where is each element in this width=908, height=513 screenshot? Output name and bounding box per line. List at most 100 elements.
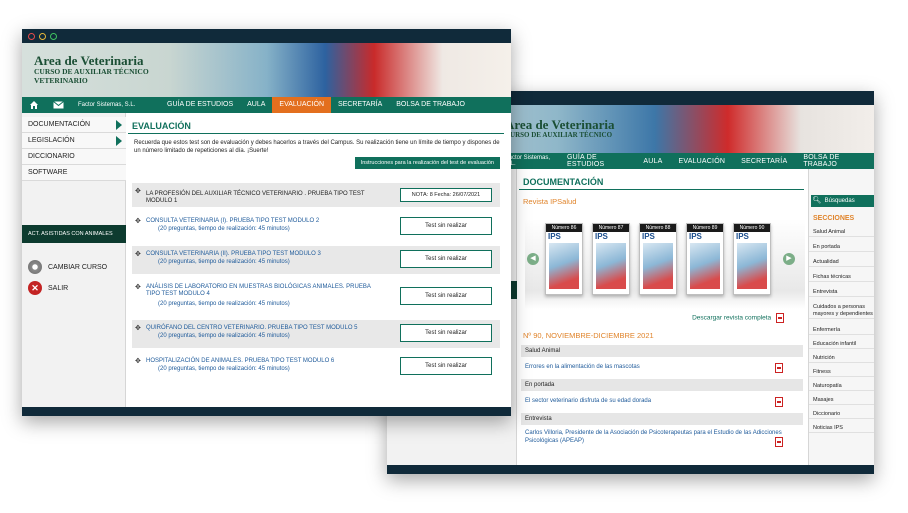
download-link[interactable]: Descargar revista completa (692, 313, 784, 323)
nav-evaluacion[interactable]: EVALUACIÓN (272, 97, 332, 113)
sidebar-item-software[interactable]: SOFTWARE (22, 165, 126, 181)
section-link[interactable]: Nutrición (809, 355, 874, 363)
test-subtitle: (20 preguntas, tiempo de realización: 45… (158, 333, 290, 339)
magazine-cover[interactable]: Número 88 IPS (639, 223, 677, 295)
sidebar-item-documentacion[interactable]: DOCUMENTACIÓN (22, 117, 126, 133)
sidebar-item-label: DOCUMENTACIÓN (28, 121, 91, 128)
magazine-number: Número 90 (734, 224, 770, 232)
section-link[interactable]: Entrevista (809, 289, 874, 297)
banner-subtitle: CURSO DE AUXILIAR TÉCNICO (505, 131, 613, 139)
test-title[interactable]: ANÁLISIS DE LABORATORIO EN MUESTRAS BIOL… (146, 284, 382, 298)
test-title[interactable]: CONSULTA VETERINARIA (I). PRUEBA TIPO TE… (146, 218, 382, 225)
article-link[interactable]: Errores en la alimentación de las mascot… (525, 363, 787, 373)
magazine-cover[interactable]: Número 90 IPS (733, 223, 771, 295)
chevron-right-icon (116, 136, 122, 146)
sidebar-item-legislacion[interactable]: LEGISLACIÓN (22, 133, 126, 149)
nav-aula[interactable]: AULA (635, 158, 670, 165)
nav-secretaria[interactable]: SECRETARÍA (733, 158, 795, 165)
test-start-button[interactable]: Test sin realizar (400, 250, 492, 268)
nav-aula[interactable]: AULA (240, 97, 272, 113)
sidebar-item-label: SOFTWARE (28, 169, 68, 176)
move-icon: ✥ (135, 188, 141, 195)
magazine-cover-image (737, 243, 767, 289)
nav-evaluacion[interactable]: EVALUACIÓN (671, 158, 734, 165)
pdf-icon[interactable] (775, 397, 783, 407)
test-row: ✥ CONSULTA VETERINARIA (II). PRUEBA TIPO… (132, 246, 500, 274)
window-bottom-bar (22, 407, 511, 416)
section-link[interactable]: Actualidad (809, 259, 874, 267)
magazine-cover[interactable]: Número 86 IPS (545, 223, 583, 295)
test-row: ✥ HOSPITALIZACIÓN DE ANIMALES. PRUEBA TI… (132, 353, 500, 381)
section-link[interactable]: En portada (809, 244, 874, 252)
left-sidebar: DOCUMENTACIÓN LEGISLACIÓN DICCIONARIO SO… (22, 113, 126, 407)
main-nav: Factor Sistemas, S.L. GUÍA DE ESTUDIOS A… (22, 97, 511, 113)
pdf-icon[interactable] (775, 437, 783, 447)
test-title[interactable]: CONSULTA VETERINARIA (II). PRUEBA TIPO T… (146, 251, 382, 258)
section-link[interactable]: Fitness (809, 369, 874, 377)
section-link[interactable]: Naturopatía (809, 383, 874, 391)
front-browser-window: Area de Veterinaria CURSO DE AUXILIAR TÉ… (22, 29, 511, 416)
section-link[interactable]: Diccionario (809, 411, 874, 419)
nav-bolsa[interactable]: BOLSA DE TRABAJO (795, 154, 874, 168)
section-link[interactable]: Masajes (809, 397, 874, 405)
test-subtitle: (20 preguntas, tiempo de realización: 45… (158, 259, 290, 265)
test-title[interactable]: HOSPITALIZACIÓN DE ANIMALES. PRUEBA TIPO… (146, 358, 382, 365)
article-link[interactable]: El sector veterinario disfruta de su eda… (525, 397, 787, 407)
section-link[interactable]: Fichas técnicas (809, 274, 874, 282)
move-icon: ✥ (135, 218, 141, 225)
home-icon[interactable] (22, 97, 46, 113)
search-button[interactable]: 🔍︎ Búsquedas (811, 195, 874, 207)
sections-heading: SECCIONES (813, 215, 855, 222)
magazine-cover[interactable]: Número 87 IPS (592, 223, 630, 295)
nav-bolsa[interactable]: BOLSA DE TRABAJO (389, 97, 472, 113)
close-icon: ✕ (28, 281, 42, 295)
magazine-brand: IPS (595, 232, 608, 241)
nav-guia[interactable]: GUÍA DE ESTUDIOS (559, 154, 635, 168)
mail-icon[interactable] (46, 97, 70, 113)
titlebar (22, 29, 511, 43)
nav-guia[interactable]: GUÍA DE ESTUDIOS (160, 97, 240, 113)
section-link[interactable]: Cuidados a personas mayores y dependient… (809, 304, 874, 319)
cambiar-curso-button[interactable]: CAMBIAR CURSO (28, 259, 107, 275)
section-link[interactable]: Salud Animal (809, 229, 874, 237)
search-icon: 🔍︎ (812, 197, 822, 204)
test-start-button[interactable]: Test sin realizar (400, 287, 492, 305)
sidebar-item-label: DICCIONARIO (28, 153, 75, 160)
act-asistidas-button[interactable]: ACT. ASISTIDAS CON ANIMALES (22, 225, 126, 243)
section-link[interactable]: Enfermería (809, 327, 874, 335)
pdf-icon[interactable] (775, 363, 783, 373)
maximize-dot-icon[interactable] (50, 32, 57, 40)
minimize-dot-icon[interactable] (39, 32, 46, 40)
sidebar-item-diccionario[interactable]: DICCIONARIO (22, 149, 126, 165)
test-start-button[interactable]: Test sin realizar (400, 324, 492, 342)
move-icon: ✥ (135, 251, 141, 258)
article-title: Carlos Villoria, Presidente de la Asocia… (525, 430, 782, 444)
window-bottom-bar (387, 465, 874, 474)
nav-secretaria[interactable]: SECRETARÍA (331, 97, 389, 113)
carousel-next-icon[interactable]: ▶ (783, 253, 795, 265)
test-start-button[interactable]: Test sin realizar (400, 217, 492, 235)
pdf-icon (776, 313, 784, 323)
magazine-number: Número 88 (640, 224, 676, 232)
magazine-brand: IPS (642, 232, 655, 241)
test-title[interactable]: QUIRÓFANO DEL CENTRO VETERINARIO. PRUEBA… (146, 325, 382, 332)
test-subtitle: (20 preguntas, tiempo de realización: 45… (158, 366, 290, 372)
magazine-brand: IPS (548, 232, 561, 241)
instructions-button[interactable]: Instrucciones para la realización del te… (354, 157, 500, 169)
close-dot-icon[interactable] (28, 32, 35, 40)
category-header: Entrevista (521, 413, 803, 425)
magazine-cover-image (549, 243, 579, 289)
magazine-cover-image (596, 243, 626, 289)
section-link[interactable]: Educación infantil (809, 341, 874, 349)
magazine-carousel: ◀ Número 86 IPS Número 87 IPS Número 88 … (525, 219, 805, 309)
section-link[interactable]: Noticias IPS (809, 425, 874, 433)
evaluation-panel: EVALUACIÓN Recuerda que estos test son d… (128, 113, 504, 407)
salir-button[interactable]: ✕ SALIR (28, 280, 68, 296)
test-title: LA PROFESIÓN DEL AUXILIAR TÉCNICO VETERI… (146, 191, 365, 204)
documentation-panel: DOCUMENTACIÓN Revista IPSalud ◀ Número 8… (519, 169, 805, 465)
magazine-cover[interactable]: Número 89 IPS (686, 223, 724, 295)
test-row: ✥ ANÁLISIS DE LABORATORIO EN MUESTRAS BI… (132, 279, 500, 313)
carousel-prev-icon[interactable]: ◀ (527, 253, 539, 265)
article-link[interactable]: Carlos Villoria, Presidente de la Asocia… (525, 429, 787, 447)
test-start-button[interactable]: Test sin realizar (400, 357, 492, 375)
